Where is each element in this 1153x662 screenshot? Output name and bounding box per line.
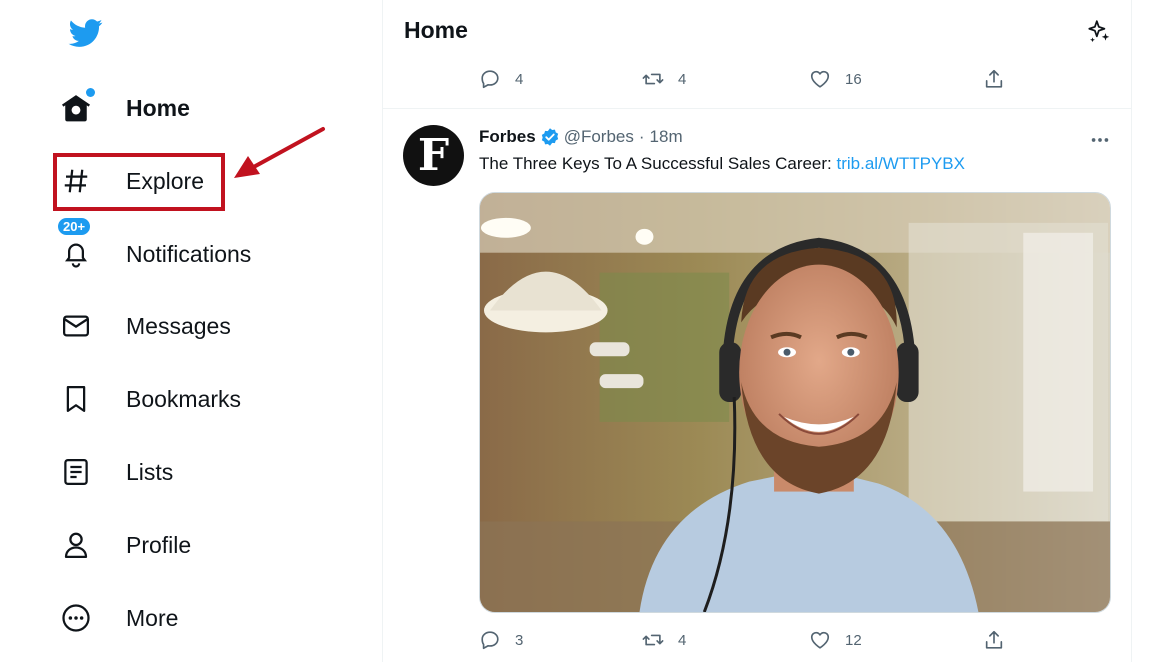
tweet-actions: 3 4 12 [479,629,1019,655]
retweet-count: 4 [678,70,687,88]
twitter-logo-icon[interactable] [67,16,105,50]
tweet-timestamp[interactable]: 18m [650,127,683,147]
bookmark-icon [60,383,92,415]
sidebar-item-label: Home [126,94,190,121]
like-button[interactable]: 16 [809,68,862,90]
person-icon [60,529,92,561]
sidebar-item-label: Messages [126,312,231,339]
bell-icon: 20+ [56,216,93,270]
heart-icon [810,70,830,88]
home-icon [60,88,95,124]
retweet-button[interactable]: 4 [642,68,686,90]
avatar-letter: F [417,130,450,181]
tweet-text: The Three Keys To A Successful Sales Car… [479,154,965,174]
tweet-media-image[interactable] [479,192,1111,613]
meta-separator: · [638,127,645,146]
sidebar-item-more[interactable]: More [60,593,178,643]
share-button[interactable] [983,629,1005,651]
sidebar: Home Explore 20+ Notifications Messages … [0,0,382,662]
sidebar-item-home[interactable]: Home [60,83,190,133]
list-icon [60,456,92,488]
sidebar-item-label: Profile [126,531,192,558]
main-feed: Home 4 4 16 F Forbes @Forbes · 18m The T… [382,0,1132,662]
page-title: Home [404,17,468,43]
tweet-header: Forbes @Forbes · 18m [479,127,683,147]
sidebar-item-lists[interactable]: Lists [60,447,173,497]
reply-button[interactable]: 4 [479,68,523,90]
avatar[interactable]: F [403,125,464,186]
sidebar-item-notifications[interactable]: 20+ Notifications [56,216,252,279]
retweet-icon [642,73,664,85]
new-content-dot [86,88,95,97]
feed-header: Home [383,0,1131,58]
sidebar-item-profile[interactable]: Profile [60,520,191,570]
prev-tweet-actions: 4 4 16 [479,68,1019,94]
sidebar-item-label: More [126,604,179,631]
sidebar-item-label: Bookmarks [126,385,242,412]
envelope-icon [60,310,92,342]
reply-count: 4 [515,70,524,88]
like-count: 12 [845,631,862,649]
more-circle-icon [60,602,92,634]
share-icon [985,69,1003,88]
sidebar-item-label: Notifications [126,240,252,267]
sparkle-icon[interactable] [1086,19,1112,45]
share-icon [985,630,1003,649]
annotation-highlight-box [53,153,225,211]
retweet-count: 4 [678,631,687,649]
like-count: 16 [845,70,862,88]
like-button[interactable]: 12 [809,629,862,651]
author-handle[interactable]: @Forbes [564,127,634,147]
retweet-button[interactable]: 4 [642,629,686,651]
notification-badge: 20+ [56,216,93,237]
tweet-link[interactable]: trib.al/WTTPYBX [837,154,965,173]
tweet-body: The Three Keys To A Successful Sales Car… [479,154,837,173]
reply-count: 3 [515,631,524,649]
heart-icon [810,631,830,649]
author-name[interactable]: Forbes [479,127,536,147]
tweet[interactable]: F Forbes @Forbes · 18m The Three Keys To… [383,109,1131,662]
sidebar-item-messages[interactable]: Messages [60,301,231,351]
verified-badge-icon [541,128,558,146]
annotation-arrow-icon [234,127,325,178]
reply-button[interactable]: 3 [479,629,523,651]
more-options-icon[interactable] [1089,129,1111,151]
sidebar-item-bookmarks[interactable]: Bookmarks [60,374,241,424]
reply-icon [481,631,499,650]
reply-icon [481,70,499,89]
share-button[interactable] [983,68,1005,90]
retweet-icon [642,634,664,646]
sidebar-item-label: Lists [126,458,174,485]
